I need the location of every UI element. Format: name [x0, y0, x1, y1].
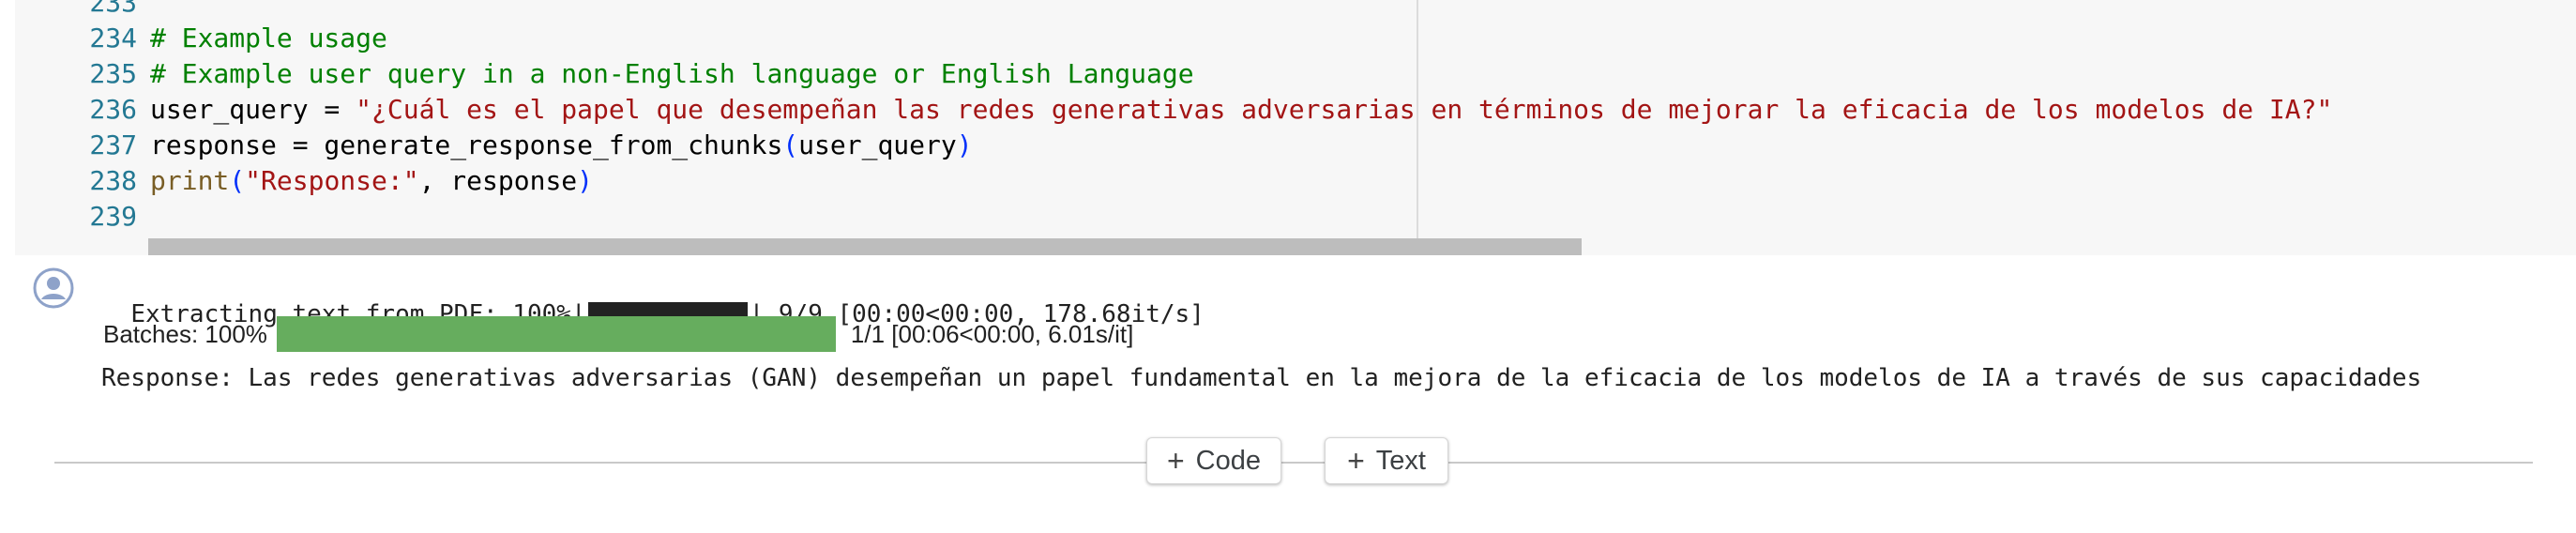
line-number: 235 — [89, 58, 137, 89]
line-number: 239 — [89, 201, 137, 232]
add-text-button[interactable]: + Text — [1325, 437, 1448, 484]
add-code-button[interactable]: + Code — [1146, 437, 1281, 484]
account-circle-icon[interactable] — [32, 266, 75, 310]
plus-icon: + — [1347, 444, 1365, 478]
add-text-label: Text — [1375, 445, 1426, 476]
code-token: print — [150, 165, 230, 196]
code-line: 234 # Example usage — [15, 21, 387, 56]
batches-progress-row: Batches: 100% 1/1 [00:06<00:00, 6.01s/it… — [103, 315, 1133, 353]
line-number: 233 — [89, 0, 137, 18]
column-ruler — [1417, 0, 1418, 255]
line-number: 238 — [89, 165, 137, 196]
line-number: 237 — [89, 129, 137, 160]
code-token: "¿Cuál es el papel que desempeñan las re… — [356, 94, 2333, 125]
line-number: 234 — [89, 23, 137, 53]
code-line: 235 # Example user query in a non-English… — [15, 56, 1194, 92]
add-cell-divider — [54, 462, 2533, 464]
code-token: ( — [782, 129, 799, 160]
code-token: ) — [577, 165, 594, 196]
batches-stats: 1/1 [00:06<00:00, 6.01s/it] — [850, 319, 1134, 348]
add-code-label: Code — [1195, 445, 1261, 476]
code-token: ) — [956, 129, 973, 160]
code-line: 238 print("Response:", response) — [15, 163, 593, 199]
plus-icon: + — [1166, 444, 1185, 478]
code-token: # Example user query in a non-English la… — [150, 58, 1194, 89]
code-token: , response — [418, 165, 578, 196]
code-token: response = generate_response_from_chunks — [150, 129, 783, 160]
code-line: 239 — [15, 199, 150, 235]
batches-progress-fill — [276, 316, 836, 352]
code-token: ( — [229, 165, 246, 196]
horizontal-scrollbar[interactable] — [148, 238, 1582, 255]
code-token: user_query = — [150, 94, 356, 125]
code-token: "Response:" — [245, 165, 419, 196]
batches-label: Batches: 100% — [103, 319, 267, 348]
code-token: user_query — [798, 129, 957, 160]
response-output: Response: Las redes generativas adversar… — [101, 364, 2422, 392]
batches-progress-bar — [276, 316, 836, 352]
code-line: 233 — [15, 0, 150, 21]
line-number: 236 — [89, 94, 137, 125]
code-line: 237 response = generate_response_from_chu… — [15, 128, 973, 163]
code-line: 236 user_query = "¿Cuál es el papel que d… — [15, 92, 2332, 128]
code-editor[interactable]: 233 234 # Example usage 235 # Example user q… — [15, 0, 2576, 255]
code-token: # Example usage — [150, 23, 387, 53]
